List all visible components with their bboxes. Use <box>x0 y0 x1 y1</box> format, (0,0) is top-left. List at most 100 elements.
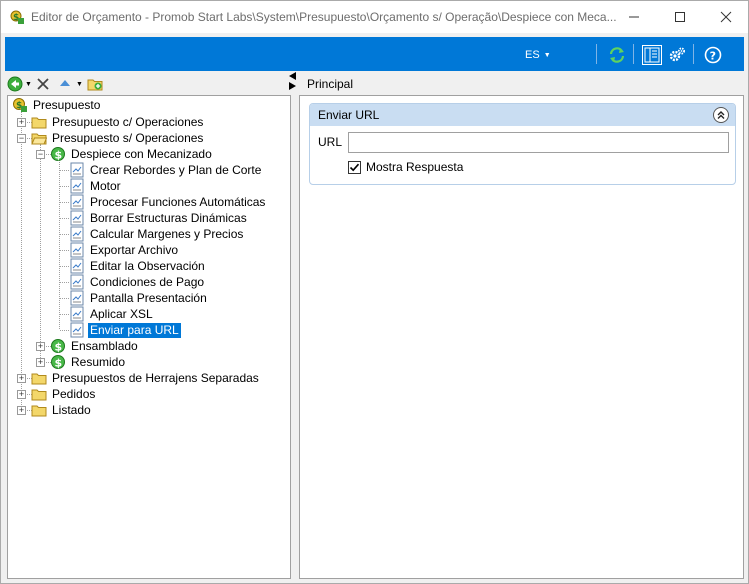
tree-node-label: Aplicar XSL <box>90 306 153 321</box>
expand-toggle[interactable]: + <box>17 118 26 127</box>
layout-button[interactable] <box>642 45 662 65</box>
move-dropdown-icon[interactable]: ▼ <box>76 81 83 88</box>
tree-node-label: Exportar Archivo <box>90 242 179 257</box>
chevron-down-icon: ▼ <box>543 51 551 59</box>
tree-node-folder[interactable]: Pedidos <box>31 386 97 402</box>
tree-node-label: Editar la Observación <box>90 258 205 273</box>
tree-node-label: Motor <box>90 178 121 193</box>
language-label: ES <box>525 49 540 61</box>
tree-node-step[interactable]: Condiciones de Pago <box>69 274 206 290</box>
tree-node-step[interactable]: Calcular Margenes y Precios <box>69 226 245 242</box>
script-icon <box>70 194 84 210</box>
tree-connector <box>60 202 69 203</box>
group-title: Enviar URL <box>318 108 380 122</box>
folder-icon <box>31 405 47 417</box>
tree-connector <box>60 266 69 267</box>
script-icon <box>70 162 84 178</box>
collapse-toggle[interactable]: − <box>36 150 45 159</box>
close-icon <box>720 11 732 23</box>
expand-toggle[interactable]: + <box>17 406 26 415</box>
svg-text:$: $ <box>55 357 63 370</box>
tree-node-step[interactable]: Motor <box>69 178 123 194</box>
folder-icon <box>31 373 47 385</box>
refresh-button[interactable] <box>607 45 627 65</box>
help-button[interactable]: ? <box>703 45 723 65</box>
title-bar[interactable]: $ Editor de Orçamento - Promob Start Lab… <box>1 1 748 33</box>
checkbox-box[interactable] <box>348 160 361 174</box>
help-icon: ? <box>704 46 722 64</box>
window-title: Editor de Orçamento - Promob Start Labs\… <box>31 10 617 24</box>
language-selector[interactable]: ES ▼ <box>525 49 551 61</box>
group-header[interactable]: Enviar URL <box>310 104 735 126</box>
settings-button[interactable] <box>667 45 687 65</box>
tree-node-step[interactable]: Exportar Archivo <box>69 242 180 258</box>
close-button[interactable] <box>703 1 749 33</box>
mostra-respuesta-checkbox[interactable]: Mostra Respuesta <box>348 160 463 174</box>
tree-node-step-selected[interactable]: Enviar para URL <box>69 322 181 338</box>
maximize-button[interactable] <box>657 1 703 33</box>
add-folder-icon[interactable] <box>87 76 103 92</box>
tree-node-label: Presupuesto s/ Operaciones <box>52 130 204 145</box>
tree-node-step[interactable]: Editar la Observación <box>69 258 207 274</box>
url-input[interactable] <box>348 132 729 153</box>
expand-toggle[interactable]: + <box>17 374 26 383</box>
collapse-toggle[interactable]: − <box>17 134 26 143</box>
toolbar-divider <box>596 44 597 64</box>
script-icon <box>70 306 84 322</box>
back-dropdown-icon[interactable]: ▼ <box>25 81 32 88</box>
tree-node-step[interactable]: Pantalla Presentación <box>69 290 209 306</box>
tree-node-report[interactable]: $ Resumido <box>50 354 127 370</box>
money-icon: $ <box>51 355 65 370</box>
tree-node-root[interactable]: $ Presupuesto <box>12 97 102 113</box>
tree-node-folder[interactable]: Presupuestos de Herrajens Separadas <box>31 370 261 386</box>
tree-node-label: Procesar Funciones Automáticas <box>90 194 266 209</box>
svg-text:?: ? <box>710 50 716 63</box>
tree-connector <box>21 112 22 409</box>
expand-toggle[interactable]: + <box>36 358 45 367</box>
splitter-toggle[interactable] <box>288 71 297 91</box>
script-icon <box>70 178 84 194</box>
minimize-button[interactable] <box>611 1 657 33</box>
tree-node-folder[interactable]: Presupuesto s/ Operaciones <box>31 130 205 146</box>
back-icon[interactable] <box>7 76 23 92</box>
tree-connector <box>60 186 69 187</box>
tree-node-label: Pantalla Presentación <box>90 290 207 305</box>
svg-text:$: $ <box>55 341 63 354</box>
tree-node-label: Calcular Margenes y Precios <box>90 226 244 241</box>
tree-toolbar: ▼ ▼ <box>5 73 285 95</box>
tree-node-report[interactable]: $ Despiece con Mecanizado <box>50 146 214 162</box>
tree-node-step[interactable]: Borrar Estructuras Dinámicas <box>69 210 249 226</box>
expand-toggle[interactable]: + <box>17 390 26 399</box>
budget-icon: $ <box>13 98 27 112</box>
url-label: URL <box>318 135 343 149</box>
tree-node-label: Presupuestos de Herrajens Separadas <box>52 370 259 385</box>
tree-node-label: Crear Rebordes y Plan de Corte <box>90 162 262 177</box>
expand-toggle[interactable]: + <box>36 342 45 351</box>
tree-connector <box>60 314 69 315</box>
tree-node-step[interactable]: Aplicar XSL <box>69 306 155 322</box>
toolbar-divider <box>693 44 694 64</box>
tree-node-report[interactable]: $ Ensamblado <box>50 338 140 354</box>
tree-panel[interactable]: $ Presupuesto + Presupuesto c/ Operacion… <box>7 95 291 579</box>
tree-connector <box>60 218 69 219</box>
svg-text:$: $ <box>55 149 63 162</box>
toolbar-divider <box>633 44 634 64</box>
tree-node-label: Enviar para URL <box>88 322 181 338</box>
refresh-icon <box>609 47 625 63</box>
tree-node-folder[interactable]: Presupuesto c/ Operaciones <box>31 114 205 130</box>
tree-node-label: Presupuesto c/ Operaciones <box>52 114 204 129</box>
tree-node-label: Condiciones de Pago <box>90 274 205 289</box>
tab-principal[interactable]: Principal <box>307 77 353 91</box>
checkmark-icon <box>349 163 360 171</box>
tree-connector <box>60 250 69 251</box>
collapse-group-button[interactable] <box>713 107 729 123</box>
main-toolbar: ES ▼ ? <box>5 37 744 71</box>
script-icon <box>70 322 84 338</box>
tree-connector <box>60 298 69 299</box>
tree-node-step[interactable]: Procesar Funciones Automáticas <box>69 194 267 210</box>
tree-node-step[interactable]: Crear Rebordes y Plan de Corte <box>69 162 263 178</box>
tree-node-folder[interactable]: Listado <box>31 402 93 418</box>
move-up-icon[interactable] <box>58 77 72 91</box>
minimize-icon <box>629 16 639 18</box>
delete-icon[interactable] <box>36 77 50 91</box>
